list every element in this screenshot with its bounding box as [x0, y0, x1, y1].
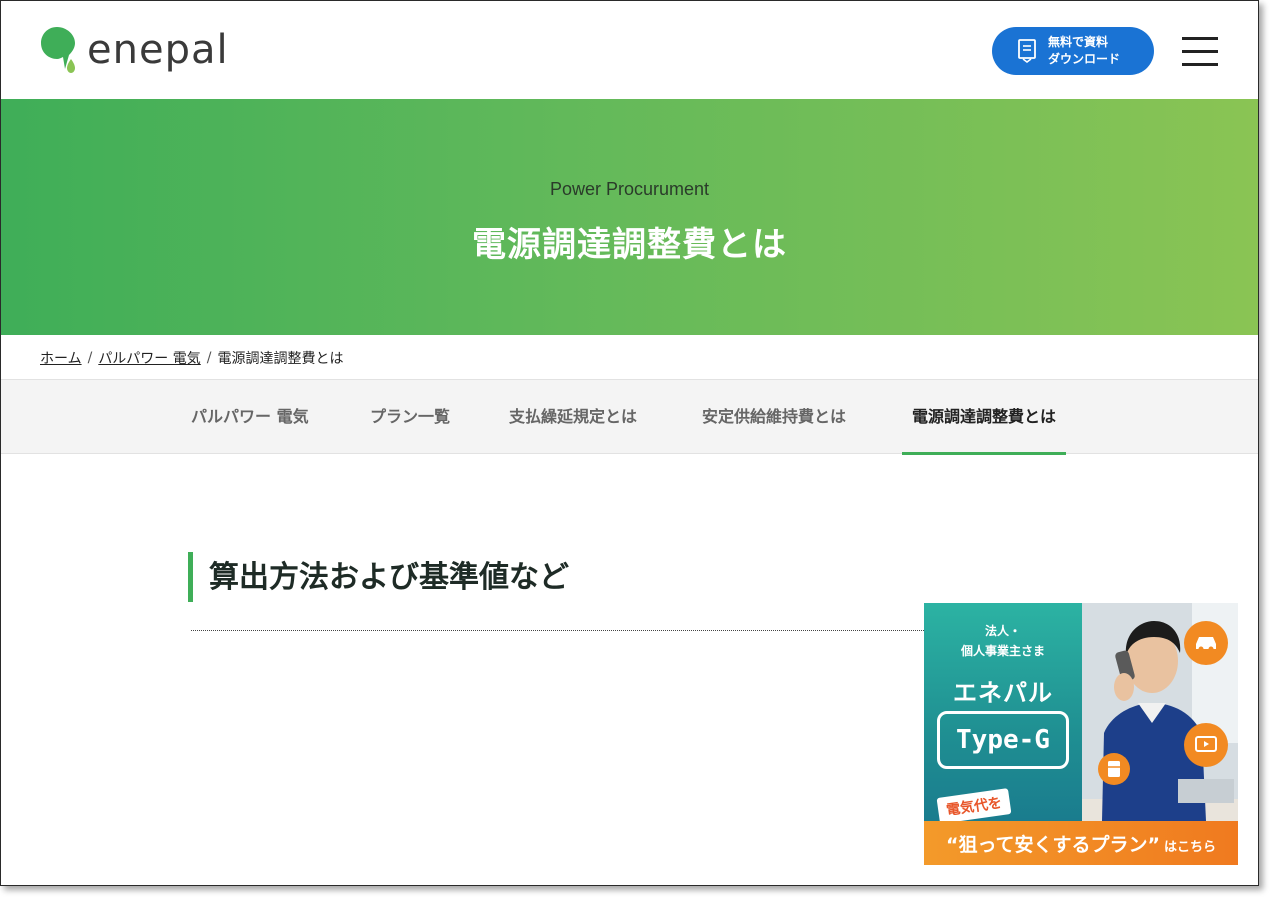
promo-kicker-line1: 法人・: [984, 624, 1021, 638]
section-heading: 算出方法および基準値など: [188, 552, 569, 602]
page-hero: Power Procurument 電源調達調整費とは: [1, 99, 1258, 335]
breadcrumb-palpower-link[interactable]: パルパワー 電気: [98, 348, 200, 368]
breadcrumb-current: 電源調達調整費とは: [217, 351, 344, 367]
promo-kicker-line2: 個人事業主さま: [960, 644, 1045, 658]
promo-cta-tail: はこちら: [1164, 839, 1217, 855]
leaf-drop-logo-icon: [39, 25, 81, 75]
site-header: enepal 無料で資料 ダウンロード: [1, 1, 1258, 99]
promo-kicker: 法人・ 個人事業主さま: [924, 621, 1082, 661]
download-label-line2: ダウンロード: [1048, 52, 1121, 66]
download-label-line1: 無料で資料: [1048, 35, 1109, 49]
section-subnav: パルパワー 電気 プラン一覧 支払繰延規定とは 安定供給維持費とは 電源調達調整…: [1, 379, 1258, 455]
car-icon: [1184, 621, 1228, 665]
menu-hamburger-icon[interactable]: [1182, 37, 1220, 67]
promo-cta-main: “狙って安くするプラン”: [945, 833, 1160, 856]
logo-wordmark: enepal: [87, 27, 229, 73]
tv-icon: [1184, 723, 1228, 767]
promo-photo: [1082, 603, 1238, 821]
subnav-item-procurement-adjustment-fee[interactable]: 電源調達調整費とは: [901, 380, 1067, 455]
page-title: 電源調達調整費とは: [472, 225, 787, 265]
section-divider: [191, 630, 924, 631]
browser-viewport: enepal 無料で資料 ダウンロード Power Procurument 電源…: [0, 0, 1259, 886]
hero-subtitle: Power Procurument: [549, 179, 710, 199]
promo-plan-name: Type-G: [937, 711, 1069, 769]
fridge-icon: [1098, 753, 1130, 785]
download-button-label: 無料で資料 ダウンロード: [1048, 34, 1120, 68]
promo-tag: 電気代を: [936, 788, 1012, 824]
promo-banner[interactable]: 法人・ 個人事業主さま エネパル Type-G 電気代を “狙って安くするプラン…: [924, 603, 1238, 865]
promo-brand: エネパル: [953, 679, 1053, 707]
breadcrumb-separator: /: [206, 350, 212, 366]
subnav-item-plan-list[interactable]: プラン一覧: [370, 380, 450, 454]
promo-cta-strip: “狙って安くするプラン” はこちら: [924, 821, 1238, 865]
breadcrumb-separator: /: [87, 350, 93, 366]
subnav-item-supply-maintenance-fee[interactable]: 安定供給維持費とは: [702, 380, 846, 454]
breadcrumb-home-link[interactable]: ホーム: [40, 348, 82, 368]
site-logo[interactable]: enepal: [39, 25, 229, 75]
subnav-item-payment-deferral[interactable]: 支払繰延規定とは: [509, 380, 637, 454]
download-materials-button[interactable]: 無料で資料 ダウンロード: [992, 27, 1154, 75]
document-download-icon: [1016, 39, 1038, 63]
promo-banner-text-panel: 法人・ 個人事業主さま エネパル Type-G 電気代を: [924, 603, 1082, 824]
breadcrumb: ホーム / パルパワー 電気 / 電源調達調整費とは: [40, 348, 343, 368]
subnav-item-palpower[interactable]: パルパワー 電気: [191, 380, 309, 454]
